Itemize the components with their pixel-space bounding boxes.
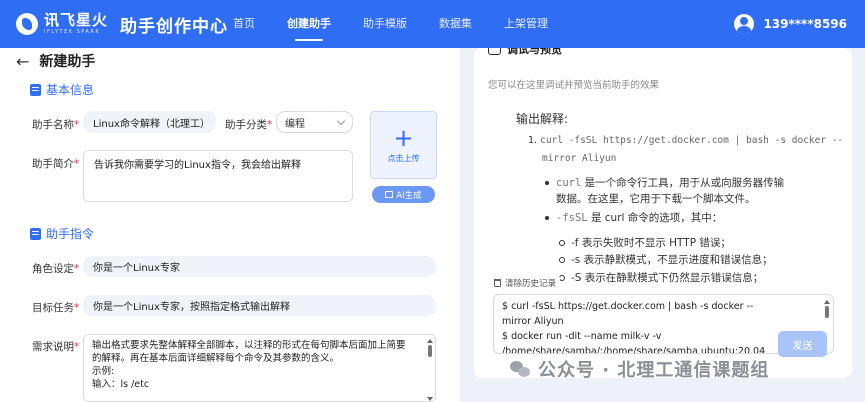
requirement-line: 的解释。再在基本后面详细解释每个命令及其参数的含义。 (92, 353, 340, 364)
output-title: 输出解释: (516, 112, 569, 126)
command-text: curl -fsSL https://get.docker.com | bash… (540, 135, 844, 146)
section-title: 助手指令 (46, 227, 95, 241)
app-title: 助手创作中心 (120, 16, 229, 37)
assistant-intro-textarea[interactable]: 告诉我你需要学习的Linux指令，我会给出解释 (83, 150, 353, 202)
nav-home[interactable]: 首页 (233, 0, 255, 48)
user-menu[interactable]: 139****8596 (734, 14, 847, 34)
bullet-text: 是一个命令行工具，用于从或向服务器传输 (581, 177, 785, 189)
code-token: -fsSL (556, 212, 588, 224)
page-title: 新建助手 (39, 54, 96, 70)
bullet-text: 是 curl 命令的选项，其中： (587, 212, 723, 224)
plus-icon: + (393, 123, 414, 152)
image-icon (385, 191, 394, 198)
debug-preview-panel: 调试与预览 您可以在这里调试并预览当前助手的效果 输出解释: 1. curl -… (474, 48, 852, 378)
scroll-thumb[interactable] (824, 306, 829, 318)
debug-header: 调试与预览 (488, 48, 562, 57)
ai-generate-button[interactable]: AI生成 (372, 186, 435, 203)
brand-name: 讯飞星火 (44, 11, 109, 29)
watermark-text: 公众号 · 北理工通信课题组 (538, 360, 770, 381)
sub-bullet-s: -s 表示静默模式，不显示进度和错误信息； (559, 254, 773, 266)
command-text-cont: mirror Aliyun (542, 153, 617, 164)
main-nav: 首页 创建助手 助手模版 数据集 上架管理 (233, 0, 580, 48)
ai-generate-label: AI生成 (396, 190, 422, 201)
item-number: 1. (528, 135, 538, 146)
name-label: 助手名称* (32, 119, 80, 131)
bullet-curl: curl 是一个命令行工具，用于从或向服务器传输 (544, 175, 785, 191)
section-title: 基本信息 (46, 83, 95, 97)
chat-input-line: $ docker run -dit --name milk-v -v (502, 331, 662, 342)
nav-create-assistant[interactable]: 创建助手 (287, 0, 331, 48)
chat-input-line: $ curl -fsSL https://get.docker.com | ba… (502, 301, 754, 312)
brand-name-en: IFLYTEK SPARK (44, 29, 101, 35)
intro-label: 助手简介* (32, 158, 80, 170)
section-instructions: 助手指令 (30, 225, 94, 242)
debug-title: 调试与预览 (507, 48, 562, 56)
clear-history-button[interactable]: 清除历史记录 (494, 277, 561, 289)
document-icon (30, 83, 41, 96)
category-value: 编程 (285, 118, 305, 130)
top-navbar: 讯飞星火 IFLYTEK SPARK 助手创作中心 首页 创建助手 助手模版 数… (0, 0, 865, 48)
requirement-line: 输入：ls /etc (92, 379, 150, 390)
clear-history-label: 清除历史记录 (505, 279, 557, 289)
role-label: 角色设定* (32, 263, 80, 275)
page-header: ← 新建助手 (16, 51, 95, 71)
wechat-icon (510, 360, 530, 378)
bullet-fssl: -fsSL 是 curl 命令的选项，其中： (544, 210, 723, 226)
requirement-line: 示例: (92, 366, 115, 377)
nav-publish-management[interactable]: 上架管理 (504, 0, 548, 48)
requirement-line: 输出格式要求先整体解释全部脚本，以注释的形式在每句脚本后面加上简要 (92, 340, 406, 351)
chevron-down-icon (336, 116, 346, 125)
role-input[interactable]: 你是一个Linux专家 (83, 256, 436, 277)
output-numbered-item: 1. curl -fsSL https://get.docker.com | b… (528, 133, 843, 148)
chat-input-line: mirror Aliyun (502, 316, 564, 327)
scrollbar[interactable] (427, 339, 433, 401)
scroll-up-icon[interactable] (427, 339, 433, 343)
debug-icon (488, 48, 501, 55)
avatar[interactable] (734, 14, 755, 34)
requirement-label: 需求说明* (32, 341, 80, 353)
nav-datasets[interactable]: 数据集 (439, 0, 472, 48)
spark-logo-icon (16, 13, 38, 35)
debug-description: 您可以在这里调试并预览当前助手的效果 (488, 80, 660, 91)
avatar-upload[interactable]: + 点击上传 (370, 111, 437, 179)
requirement-textarea[interactable]: 输出格式要求先整体解释全部脚本，以注释的形式在每句脚本后面加上简要 的解释。再在… (83, 334, 436, 402)
section-basic-info: 基本信息 (30, 81, 94, 98)
sub-bullet-S: -S 表示在静默模式下仍然显示错误信息； (558, 272, 764, 284)
code-token: curl (556, 177, 582, 189)
chat-input-line: /home/share/samba/:/home/share/samba ubu… (502, 346, 766, 354)
trash-icon (494, 279, 501, 287)
send-button[interactable]: 发送 (778, 331, 827, 357)
category-label: 助手分类* (225, 119, 273, 131)
watermark: 公众号 · 北理工通信课题组 (510, 356, 769, 382)
brand-logo[interactable]: 讯飞星火 IFLYTEK SPARK 助手创作中心 (16, 12, 228, 37)
back-arrow-icon[interactable]: ← (16, 52, 29, 71)
sub-bullet-f: -f 表示失败时不显示 HTTP 错误； (559, 237, 731, 249)
scroll-down-icon[interactable] (427, 397, 433, 401)
goal-label: 目标任务* (32, 302, 80, 314)
user-phone: 139****8596 (763, 17, 847, 31)
category-select[interactable]: 编程 (276, 111, 353, 133)
goal-input[interactable]: 你是一个Linux专家，按照指定格式输出解释 (83, 295, 436, 316)
nav-templates[interactable]: 助手模版 (363, 0, 407, 48)
document-icon (30, 227, 41, 240)
scroll-up-icon[interactable] (824, 300, 830, 304)
upload-label: 点击上传 (387, 153, 420, 163)
assistant-name-input[interactable]: Linux命令解释（北理工） (83, 111, 216, 133)
bullet-text-cont: 数据。在这里，它用于下载一个脚本文件。 (556, 193, 756, 205)
scroll-thumb[interactable] (427, 345, 432, 357)
